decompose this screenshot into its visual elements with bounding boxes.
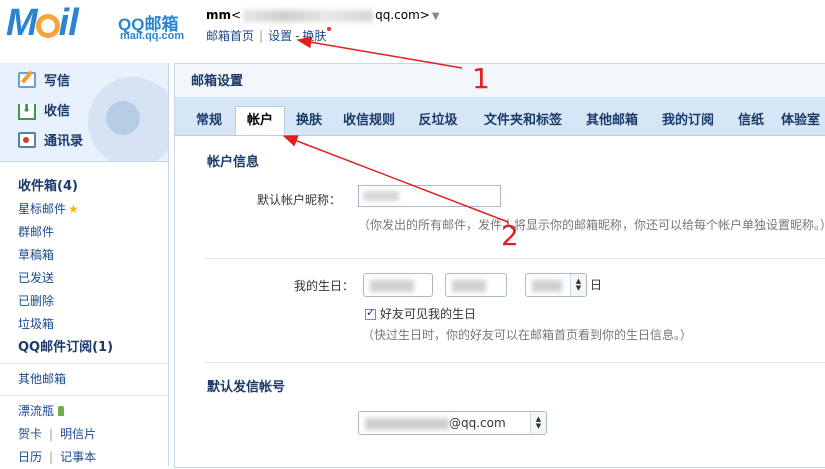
tab-folders-labels[interactable]: 文件夹和标签 (475, 106, 571, 135)
folder-inbox[interactable]: 收件箱(4) (18, 175, 168, 198)
logo-url: mail.qq.com (120, 30, 185, 42)
redacted-year (370, 279, 414, 292)
default-sender-select[interactable]: @qq.com ▲ ▼ (358, 411, 547, 435)
separator: | (49, 427, 54, 441)
birthday-day-select[interactable]: ▲ ▼ (525, 273, 587, 297)
bottle-icon (58, 406, 65, 416)
redacted-sender-email (365, 417, 449, 430)
spinner-arrows-icon: ▲ ▼ (530, 412, 546, 434)
divider (205, 258, 825, 259)
contacts-label: 通讯录 (44, 134, 84, 149)
show-birthday-checkbox[interactable] (365, 306, 376, 320)
postcard-link[interactable]: 明信片 (60, 427, 96, 441)
folder-group[interactable]: 群邮件 (18, 221, 168, 244)
folder-other-mailboxes[interactable]: 其他邮箱 (18, 368, 168, 391)
divider (0, 395, 168, 396)
tab-skin[interactable]: 换肤 (289, 106, 329, 135)
receive-button[interactable]: 收信 (18, 101, 70, 123)
folder-starred-label: 星标邮件 (18, 202, 67, 216)
settings-link[interactable]: 设置 (268, 29, 292, 43)
tab-account[interactable]: 帐户 (235, 106, 285, 135)
header: Mil QQ邮箱 mail.qq.com mm< qq.com> ▼ 邮箱首页 | 设置… (0, 0, 825, 62)
birthday-label: 我的生日： (293, 279, 354, 293)
calendar-link[interactable]: 日历 (18, 450, 42, 464)
qq-mail-logo[interactable]: Mil QQ邮箱 mail.qq.com (6, 2, 196, 44)
contacts-button[interactable]: 通讯录 (18, 131, 83, 153)
sidebar: 写信 收信 通讯录 收件箱(4) 星标邮件★ 群邮件 草稿箱 已发送 已删除 垃… (0, 63, 169, 466)
birthday-hint: （快过生日时，你的好友可以在邮箱首页看到你的生日信息。） (362, 328, 693, 342)
settings-panel: 邮箱设置 常规 帐户 换肤 收信规则 反垃圾 文件夹和标签 其他邮箱 我的订阅 … (174, 63, 825, 468)
tab-lab[interactable]: 体验室 (781, 106, 825, 135)
tab-subscriptions[interactable]: 我的订阅 (656, 106, 720, 135)
separator: | (49, 450, 54, 464)
dash: - (295, 29, 300, 43)
page-title: 邮箱设置 (175, 64, 825, 97)
show-birthday-option[interactable]: 好友可见我的生日 (365, 305, 476, 322)
pencil-icon (18, 72, 36, 88)
tab-receive-rules[interactable]: 收信规则 (337, 106, 401, 135)
folder-subscriptions[interactable]: QQ邮件订阅(1) (18, 336, 168, 359)
account-info-title: 帐户信息 (207, 155, 260, 170)
separator: | (259, 29, 264, 43)
nickname-hint: （你发出的所有邮件，发件人将显示你的邮箱昵称，你还可以给每个帐户单独设置昵称。） (358, 218, 825, 232)
divider (0, 363, 168, 364)
folder-starred[interactable]: 星标邮件 ★ (18, 198, 168, 221)
mail-home-link[interactable]: 邮箱首页 (206, 29, 254, 43)
redacted-nickname (363, 191, 399, 201)
spinner-arrows-icon: ▲ ▼ (570, 274, 586, 296)
star-icon: ★ (68, 202, 79, 216)
birthday-month-select[interactable] (445, 273, 507, 297)
new-dot-icon (327, 27, 332, 31)
greeting-card-link[interactable]: 贺卡 (18, 427, 42, 441)
cards-row: 贺卡 | 明信片 (18, 423, 168, 446)
email-open-bracket: < (231, 8, 242, 22)
folder-deleted[interactable]: 已删除 (18, 290, 168, 313)
redacted-month (452, 279, 486, 292)
folder-sent[interactable]: 已发送 (18, 267, 168, 290)
annotation-number-2: 2 (501, 219, 519, 252)
tab-stationery[interactable]: 信纸 (733, 106, 769, 135)
birthday-year-select[interactable] (363, 273, 433, 297)
inbox-download-icon (18, 104, 36, 120)
folder-junk[interactable]: 垃圾箱 (18, 313, 168, 336)
top-links: 邮箱首页 | 设置 - 换肤 (206, 27, 332, 44)
redacted-day (532, 279, 562, 292)
quick-actions: 写信 收信 通讯录 (0, 63, 168, 162)
drift-bottle-label: 漂流瓶 (18, 404, 55, 418)
sender-email-suffix: @qq.com (449, 416, 506, 430)
tab-anti-spam[interactable]: 反垃圾 (413, 106, 463, 135)
chevron-down-icon[interactable]: ▼ (432, 11, 440, 22)
default-sender-title: 默认发信帐号 (207, 380, 286, 395)
folder-list: 收件箱(4) 星标邮件 ★ 群邮件 草稿箱 已发送 已删除 垃圾箱 QQ邮件订阅(… (0, 175, 168, 469)
nickname-label: 默认帐户昵称： (256, 193, 341, 207)
divider (205, 362, 825, 363)
redacted-email (243, 9, 374, 22)
settings-tabs: 常规 帐户 换肤 收信规则 反垃圾 文件夹和标签 其他邮箱 我的订阅 信纸 体验… (175, 97, 825, 136)
receive-label: 收信 (44, 104, 71, 119)
tab-general[interactable]: 常规 (189, 106, 229, 135)
drift-bottle-link[interactable]: 漂流瓶 (18, 400, 168, 423)
user-email-suffix: qq.com> (375, 8, 430, 22)
birthday-day-unit: 日 (590, 278, 603, 292)
user-nick: mm (206, 8, 232, 22)
tab-other-mailboxes[interactable]: 其他邮箱 (580, 106, 644, 135)
penguin-eye-decoration (106, 101, 140, 135)
logo-ring-icon (35, 14, 60, 38)
annotation-number-1: 1 (472, 62, 490, 95)
notepad-link[interactable]: 记事本 (60, 450, 96, 464)
folder-drafts[interactable]: 草稿箱 (18, 244, 168, 267)
logo-mail-text: Mil (6, 2, 79, 44)
skin-link[interactable]: 换肤 (302, 29, 326, 43)
address-book-icon (18, 132, 36, 148)
show-birthday-label: 好友可见我的生日 (380, 307, 477, 321)
compose-button[interactable]: 写信 (18, 71, 70, 93)
user-account[interactable]: mm< qq.com> ▼ (206, 8, 440, 22)
nickname-input[interactable] (358, 185, 501, 207)
compose-label: 写信 (44, 74, 71, 89)
